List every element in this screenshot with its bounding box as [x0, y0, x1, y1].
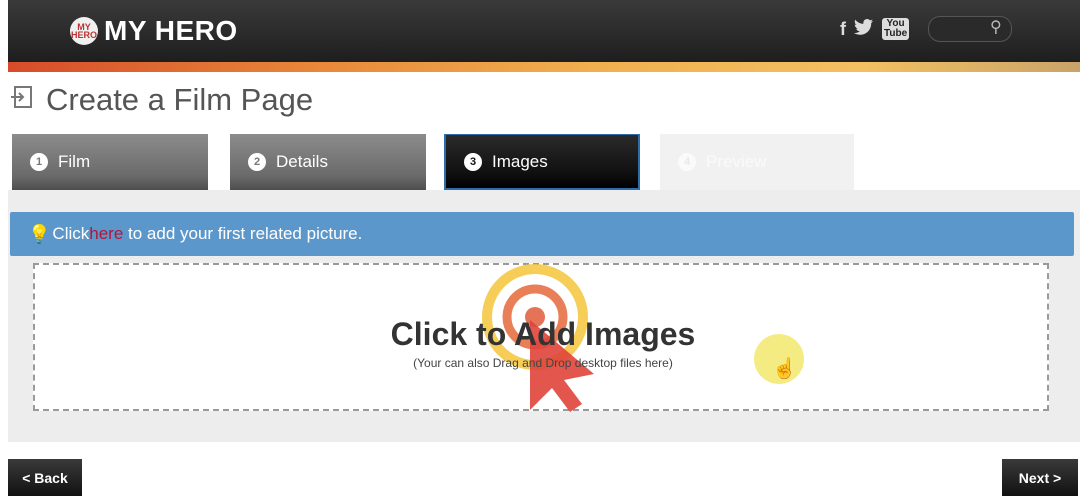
- next-button[interactable]: Next >: [1002, 459, 1078, 496]
- site-logo[interactable]: MY HERO MY HERO: [70, 14, 238, 48]
- step-number: 1: [30, 153, 48, 171]
- info-banner: 💡 Click here to add your first related p…: [10, 212, 1074, 256]
- tab-images[interactable]: 3 Images: [444, 134, 640, 190]
- tab-label: Details: [276, 152, 328, 171]
- tab-preview[interactable]: 4 Preview: [660, 134, 854, 190]
- dropzone-title: Click to Add Images: [390, 316, 696, 352]
- tab-label: Film: [58, 152, 91, 171]
- search-icon[interactable]: ⚲: [990, 17, 1002, 37]
- dropzone-subtitle: (Your can also Drag and Drop desktop fil…: [413, 356, 673, 370]
- hand-pointer-icon: ☝: [772, 358, 797, 380]
- back-button[interactable]: < Back: [8, 459, 82, 496]
- add-picture-link[interactable]: here: [89, 224, 123, 244]
- twitter-icon[interactable]: [854, 18, 874, 40]
- tab-label: Images: [492, 151, 548, 171]
- banner-prefix: Click: [52, 224, 90, 243]
- tab-film[interactable]: 1 Film: [12, 134, 208, 190]
- banner-suffix: to add your first related picture.: [123, 224, 363, 243]
- lightbulb-icon: 💡: [28, 223, 51, 244]
- header-accent-stripe: [8, 62, 1080, 72]
- logo-text: MY HERO: [104, 15, 238, 46]
- youtube-icon[interactable]: You Tube: [882, 18, 910, 40]
- step-number: 3: [464, 152, 482, 171]
- social-links: f You Tube: [840, 18, 910, 40]
- page-title-text: Create a Film Page: [46, 82, 314, 117]
- page-title: Create a Film Page: [10, 80, 313, 120]
- step-number: 2: [248, 153, 266, 171]
- tab-label: Preview: [706, 152, 767, 171]
- logo-badge-icon: MY HERO: [70, 17, 98, 45]
- facebook-icon[interactable]: f: [840, 19, 846, 40]
- sign-in-icon: [10, 84, 38, 117]
- step-number: 4: [678, 153, 696, 171]
- tab-details[interactable]: 2 Details: [230, 134, 426, 190]
